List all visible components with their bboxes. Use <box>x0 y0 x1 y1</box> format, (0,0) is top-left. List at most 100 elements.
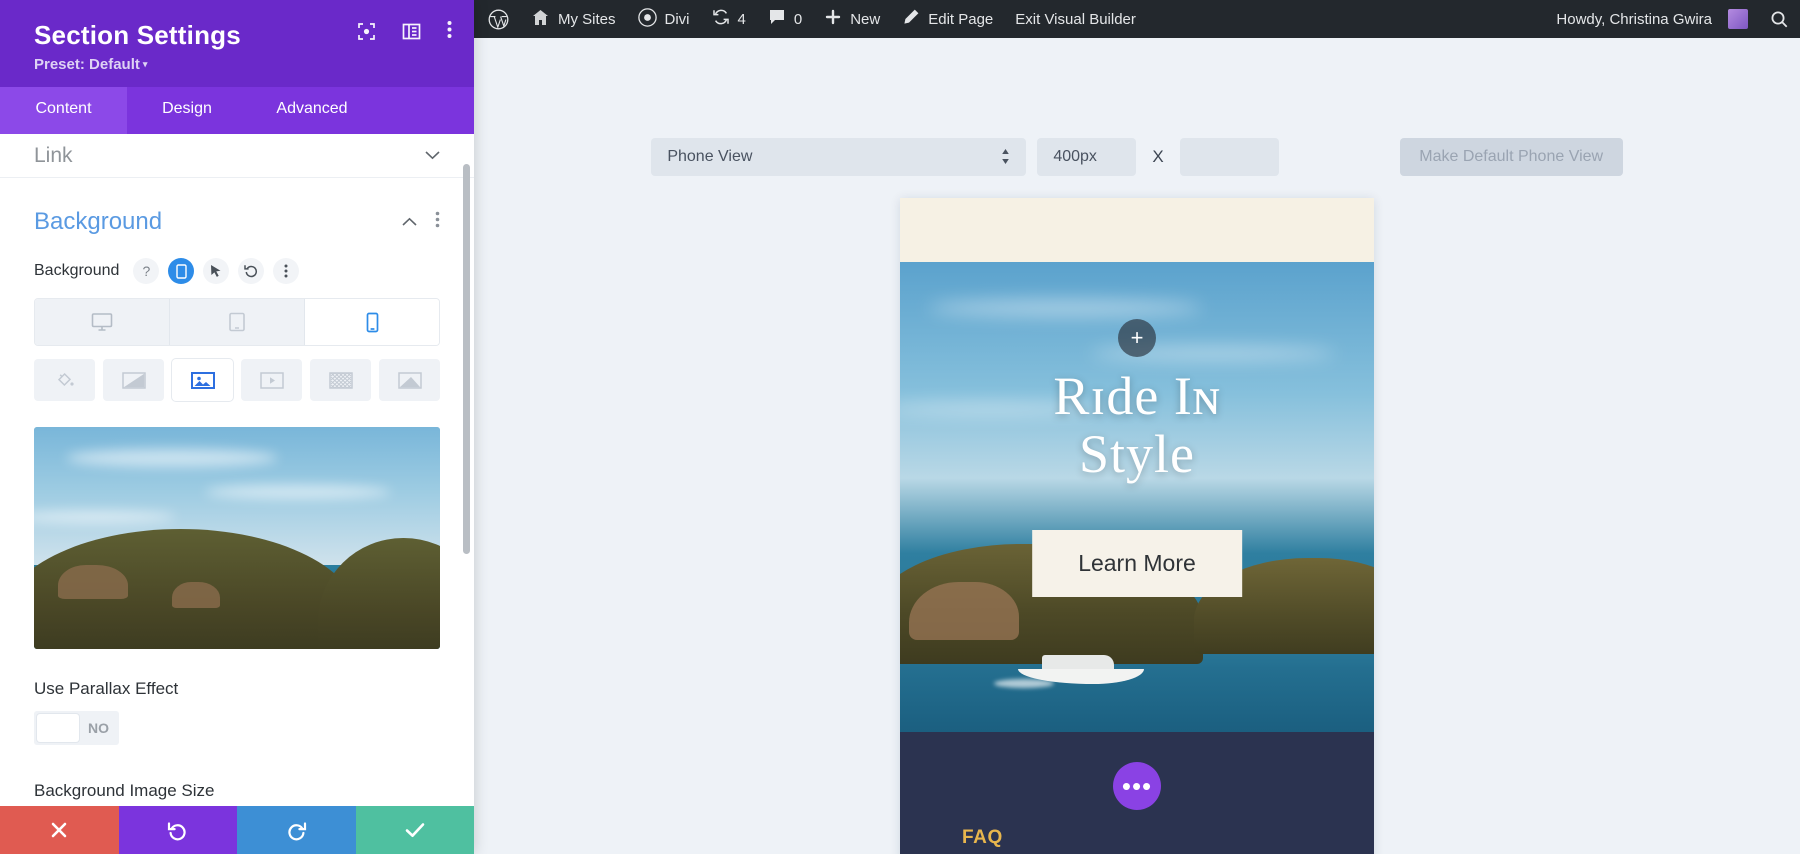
comments-menu[interactable]: 0 <box>757 0 813 38</box>
avatar <box>1728 9 1748 29</box>
redo-button[interactable] <box>237 806 356 854</box>
panel-body: Link Background <box>0 134 474 806</box>
device-tab-tablet[interactable] <box>170 299 305 345</box>
updates-count: 4 <box>738 11 746 28</box>
focus-icon[interactable] <box>357 22 376 41</box>
chevron-down-icon: ▾ <box>143 59 148 69</box>
spinner-arrows-icon <box>1001 148 1010 167</box>
bg-type-mask[interactable] <box>379 359 440 401</box>
divi-icon <box>638 8 657 31</box>
howdy-label: Howdy, Christina Gwira <box>1556 11 1712 28</box>
bg-type-pattern[interactable] <box>310 359 371 401</box>
viewport-width-value: 400px <box>1053 148 1097 166</box>
device-tabs <box>34 298 440 346</box>
background-section-header: Background <box>0 178 474 236</box>
chevron-down-icon <box>425 147 440 164</box>
boat <box>1018 650 1144 684</box>
wp-admin-bar: My Sites Divi 4 0 New <box>474 0 1800 38</box>
new-label: New <box>850 11 880 28</box>
viewport-mode-value: Phone View <box>667 148 752 166</box>
tab-content[interactable]: Content <box>0 87 127 134</box>
parallax-toggle-value: NO <box>88 720 109 736</box>
section-kebab-menu-icon[interactable] <box>435 211 440 233</box>
viewport-mode-select[interactable]: Phone View <box>651 138 1026 176</box>
section-title-background: Background <box>34 208 162 236</box>
panel-tabs: Content Design Advanced <box>0 87 474 134</box>
tab-advanced[interactable]: Advanced <box>247 87 377 134</box>
hero-rock <box>909 582 1019 640</box>
wordpress-logo-icon[interactable] <box>474 0 520 38</box>
new-menu[interactable]: New <box>813 0 891 38</box>
viewport-separator: X <box>1147 147 1168 167</box>
bg-type-image[interactable] <box>172 359 233 401</box>
panel-footer <box>0 806 474 854</box>
hero-headline-line2: Style <box>900 425 1374 483</box>
reset-icon[interactable] <box>238 258 264 284</box>
panel-scrollbar[interactable] <box>463 164 470 554</box>
comments-icon <box>768 8 786 30</box>
hover-cursor-icon[interactable] <box>203 258 229 284</box>
device-tab-desktop[interactable] <box>35 299 170 345</box>
make-default-phone-view-button[interactable]: Make Default Phone View <box>1400 138 1623 176</box>
tab-design[interactable]: Design <box>127 87 247 134</box>
panel-header-icons <box>357 20 452 43</box>
builder-canvas: Phone View 400px X Make Default Phone Vi… <box>474 38 1800 854</box>
add-module-button[interactable]: + <box>1118 319 1156 357</box>
edit-page-menu[interactable]: Edit Page <box>891 0 1004 38</box>
background-field-label: Background <box>34 262 119 280</box>
background-type-tabs <box>34 359 440 401</box>
chevron-up-icon[interactable] <box>402 213 417 231</box>
cancel-button[interactable] <box>0 806 119 854</box>
toggle-section-link[interactable]: Link <box>0 134 474 178</box>
panel-header: Section Settings Preset: Default▾ <box>0 0 474 87</box>
section-actions-button[interactable]: ••• <box>1113 762 1161 810</box>
viewport-width-input[interactable]: 400px <box>1037 138 1136 176</box>
save-button[interactable] <box>356 806 475 854</box>
preset-selector[interactable]: Preset: Default▾ <box>34 56 452 73</box>
hero-section[interactable]: + Rɪde Iɴ Style Learn More <box>900 262 1374 732</box>
responsive-phone-icon[interactable] <box>168 258 194 284</box>
exit-visual-builder-menu[interactable]: Exit Visual Builder <box>1004 0 1147 38</box>
preset-label: Preset: Default <box>34 56 140 73</box>
hero-headline: Rɪde Iɴ Style <box>900 367 1374 483</box>
viewport-height-input[interactable] <box>1180 138 1279 176</box>
plus-icon <box>824 8 842 30</box>
dark-section: ••• FAQ <box>900 732 1374 854</box>
toggle-knob <box>37 714 79 742</box>
undo-button[interactable] <box>119 806 238 854</box>
updates-menu[interactable]: 4 <box>701 0 757 38</box>
preview-top-bar <box>900 198 1374 262</box>
parallax-label: Use Parallax Effect <box>0 649 474 699</box>
updates-icon <box>712 8 730 30</box>
pencil-icon <box>902 8 920 30</box>
divi-menu[interactable]: Divi <box>627 0 701 38</box>
background-image-size-label: Background Image Size <box>0 745 474 801</box>
bg-type-gradient[interactable] <box>103 359 164 401</box>
viewport-controls: Phone View 400px X Make Default Phone Vi… <box>474 138 1800 176</box>
device-tab-phone[interactable] <box>305 299 439 345</box>
bg-type-video[interactable] <box>241 359 302 401</box>
toggle-section-link-label: Link <box>34 144 73 168</box>
hero-headline-line1: Rɪde Iɴ <box>900 367 1374 425</box>
faq-label: FAQ <box>962 827 1003 849</box>
section-settings-panel: Section Settings Preset: Default▾ <box>0 0 474 854</box>
background-field-row: Background ? <box>0 236 474 284</box>
sites-icon <box>531 9 550 30</box>
admin-bar-right: Howdy, Christina Gwira <box>1542 0 1800 38</box>
my-sites-label: My Sites <box>558 11 616 28</box>
learn-more-button[interactable]: Learn More <box>1032 530 1242 597</box>
search-icon[interactable] <box>1759 0 1800 38</box>
phone-preview-frame: + Rɪde Iɴ Style Learn More ••• FAQ <box>900 198 1374 854</box>
parallax-toggle[interactable]: NO <box>34 711 119 745</box>
help-icon[interactable]: ? <box>133 258 159 284</box>
divi-label: Divi <box>665 11 690 28</box>
edit-page-label: Edit Page <box>928 11 993 28</box>
my-sites-menu[interactable]: My Sites <box>520 0 627 38</box>
field-kebab-menu-icon[interactable] <box>273 258 299 284</box>
layout-panel-icon[interactable] <box>402 22 421 41</box>
kebab-menu-icon[interactable] <box>447 20 452 43</box>
background-image-preview[interactable] <box>34 427 440 649</box>
comments-count: 0 <box>794 11 802 28</box>
howdy-menu[interactable]: Howdy, Christina Gwira <box>1542 0 1759 38</box>
bg-type-color[interactable] <box>34 359 95 401</box>
